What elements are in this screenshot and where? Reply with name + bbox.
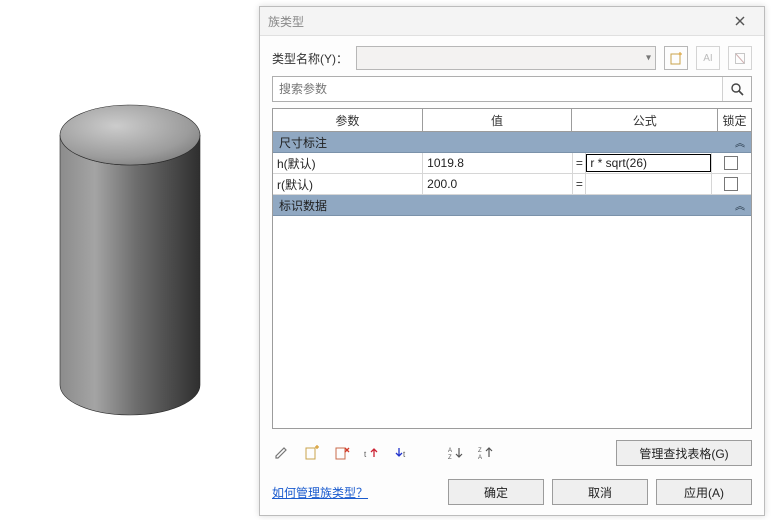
new-type-icon bbox=[669, 51, 683, 65]
dialog-title: 族类型 bbox=[268, 13, 724, 30]
move-up-icon: t bbox=[364, 445, 380, 461]
search-icon bbox=[730, 82, 744, 96]
group-identity[interactable]: 标识数据 ︽ bbox=[273, 195, 751, 216]
svg-text:Z: Z bbox=[478, 448, 482, 454]
formula-value[interactable] bbox=[586, 174, 710, 194]
lock-checkbox[interactable] bbox=[724, 156, 738, 170]
equals-icon: = bbox=[573, 153, 586, 173]
collapse-icon: ︽ bbox=[735, 198, 745, 213]
group-label: 标识数据 bbox=[279, 197, 327, 214]
header-formula[interactable]: 公式 bbox=[572, 109, 718, 131]
cell-value[interactable]: 1019.8 bbox=[423, 153, 573, 173]
cell-formula[interactable]: = r * sqrt(26) bbox=[573, 153, 711, 173]
param-toolbar: t t A Z Z A bbox=[272, 435, 752, 467]
delete-type-button[interactable] bbox=[728, 46, 752, 70]
svg-text:t: t bbox=[364, 450, 367, 459]
sort-asc-icon: A Z bbox=[448, 445, 464, 461]
move-down-icon: t bbox=[394, 445, 410, 461]
cell-formula[interactable]: = bbox=[573, 174, 711, 194]
header-param[interactable]: 参数 bbox=[273, 109, 423, 131]
rename-type-button[interactable]: AI bbox=[696, 46, 720, 70]
equals-icon: = bbox=[573, 174, 586, 194]
new-param-icon bbox=[304, 445, 320, 461]
edit-param-button[interactable] bbox=[272, 443, 292, 463]
delete-param-button[interactable] bbox=[332, 443, 352, 463]
model-viewport bbox=[0, 0, 259, 520]
header-lock[interactable]: 锁定 bbox=[718, 109, 751, 131]
collapse-icon: ︽ bbox=[735, 135, 745, 150]
table-row: r(默认) 200.0 = bbox=[273, 174, 751, 195]
parameter-table: 参数 值 公式 锁定 尺寸标注 ︽ h(默认) 1019.8 = r * sqr… bbox=[272, 108, 752, 429]
chevron-down-icon: ▾ bbox=[646, 53, 651, 64]
lock-checkbox[interactable] bbox=[724, 177, 738, 191]
ok-button[interactable]: 确定 bbox=[448, 479, 544, 505]
help-link[interactable]: 如何管理族类型？ bbox=[272, 484, 368, 501]
search-row bbox=[272, 76, 752, 102]
apply-button[interactable]: 应用(A) bbox=[656, 479, 752, 505]
close-icon bbox=[735, 16, 745, 26]
search-input[interactable] bbox=[273, 77, 722, 101]
cell-param[interactable]: h(默认) bbox=[273, 153, 423, 173]
manage-lookup-button[interactable]: 管理查找表格(G) bbox=[616, 440, 752, 466]
table-empty-area bbox=[273, 216, 751, 428]
cylinder-model bbox=[50, 80, 210, 440]
move-down-button[interactable]: t bbox=[392, 443, 412, 463]
delete-type-icon bbox=[733, 51, 747, 65]
sort-asc-button[interactable]: A Z bbox=[446, 443, 466, 463]
type-name-combo[interactable]: ▾ bbox=[356, 46, 656, 70]
cell-param[interactable]: r(默认) bbox=[273, 174, 423, 194]
sort-desc-button[interactable]: Z A bbox=[476, 443, 496, 463]
header-value[interactable]: 值 bbox=[423, 109, 573, 131]
cancel-button[interactable]: 取消 bbox=[552, 479, 648, 505]
family-types-dialog: 族类型 类型名称(Y)： ▾ AI bbox=[259, 6, 765, 516]
move-up-button[interactable]: t bbox=[362, 443, 382, 463]
svg-text:A: A bbox=[478, 455, 482, 461]
type-name-label: 类型名称(Y)： bbox=[272, 50, 348, 67]
titlebar: 族类型 bbox=[260, 7, 764, 36]
new-type-button[interactable] bbox=[664, 46, 688, 70]
cell-lock[interactable] bbox=[712, 174, 751, 194]
dialog-footer: 如何管理族类型？ 确定 取消 应用(A) bbox=[272, 473, 752, 509]
new-param-button[interactable] bbox=[302, 443, 322, 463]
type-name-row: 类型名称(Y)： ▾ AI bbox=[272, 46, 752, 70]
close-button[interactable] bbox=[724, 11, 756, 31]
cell-lock[interactable] bbox=[712, 153, 751, 173]
svg-text:A: A bbox=[448, 448, 452, 454]
group-dimensions[interactable]: 尺寸标注 ︽ bbox=[273, 132, 751, 153]
search-button[interactable] bbox=[722, 77, 751, 101]
group-label: 尺寸标注 bbox=[279, 134, 327, 151]
delete-param-icon bbox=[334, 445, 350, 461]
sort-desc-icon: Z A bbox=[478, 445, 494, 461]
svg-text:t: t bbox=[403, 450, 406, 459]
table-row: h(默认) 1019.8 = r * sqrt(26) bbox=[273, 153, 751, 174]
cell-value[interactable]: 200.0 bbox=[423, 174, 573, 194]
table-header-row: 参数 值 公式 锁定 bbox=[273, 109, 751, 132]
formula-value[interactable]: r * sqrt(26) bbox=[586, 154, 710, 172]
svg-text:Z: Z bbox=[448, 455, 452, 461]
rename-type-icon: AI bbox=[703, 53, 712, 64]
pencil-icon bbox=[274, 445, 290, 461]
